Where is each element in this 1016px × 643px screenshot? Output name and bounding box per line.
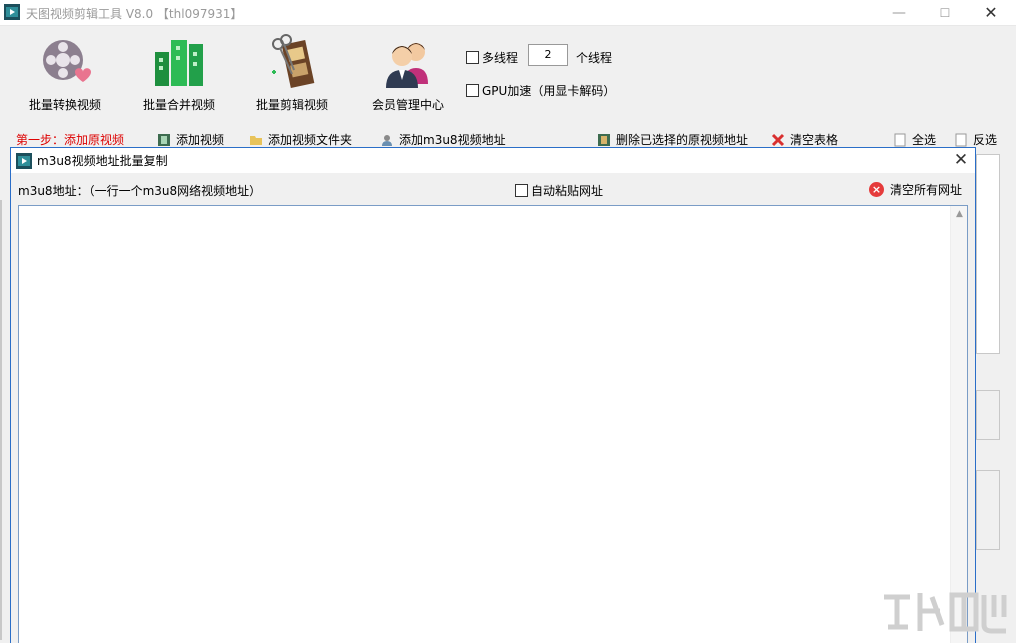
side-panel xyxy=(976,470,1000,550)
title-bar: 天图视频剪辑工具 V8.0 【thl097931】 — ☐ ✕ xyxy=(0,0,1016,26)
window-title: 天图视频剪辑工具 V8.0 【thl097931】 xyxy=(26,7,243,21)
batch-merge-label: 批量合并视频 xyxy=(142,98,215,112)
delete-selected-label: 删除已选择的原视频地址 xyxy=(616,133,749,147)
download-site-watermark-logo xyxy=(884,592,1007,634)
members-icon xyxy=(386,43,428,88)
video-table[interactable] xyxy=(976,154,1000,354)
film-scissors-icon xyxy=(272,34,315,89)
gpu-accel-checkbox[interactable]: GPU加速（用显卡解码） xyxy=(466,82,615,99)
add-folder-button[interactable]: 添加视频文件夹 xyxy=(249,131,352,148)
delete-selected-button[interactable]: 删除已选择的原视频地址 xyxy=(597,131,748,148)
batch-convert-label: 批量转换视频 xyxy=(28,98,101,112)
side-panel xyxy=(976,390,1000,440)
film-reel-heart-icon xyxy=(43,40,91,82)
dialog-title: m3u8视频地址批量复制 xyxy=(37,154,168,168)
minimize-button[interactable]: — xyxy=(876,0,922,26)
add-video-button[interactable]: 添加视频 xyxy=(157,131,224,148)
m3u8-url-textarea[interactable]: ▲ xyxy=(18,205,968,643)
vertical-scrollbar[interactable]: ▲ xyxy=(950,206,967,643)
batch-edit-button[interactable]: 批量剪辑视频 xyxy=(242,34,342,113)
dialog-body: m3u8地址：（一行一个m3u8网络视频地址） 自动粘贴网址 × 清空所有网址 … xyxy=(11,173,975,643)
select-all-button[interactable]: 全选 xyxy=(893,131,936,148)
batch-edit-label: 批量剪辑视频 xyxy=(255,98,328,112)
dialog-title-bar: m3u8视频地址批量复制 ✕ xyxy=(11,148,975,173)
clear-table-button[interactable]: 清空表格 xyxy=(771,131,838,148)
step-toolbar: 第一步：添加原视频 添加视频 添加视频文件夹 添加m3u8视频地址 删除已选择的… xyxy=(0,128,1016,148)
multithread-check-box[interactable] xyxy=(466,51,479,64)
multithread-label: 多线程 xyxy=(482,51,519,65)
invert-select-button[interactable]: 反选 xyxy=(954,131,997,148)
clear-all-urls-label: 清空所有网址 xyxy=(890,183,963,197)
select-all-label: 全选 xyxy=(912,133,937,147)
left-border xyxy=(0,200,2,640)
add-m3u8-button[interactable]: 添加m3u8视频地址 xyxy=(380,131,506,148)
film-delete-icon xyxy=(598,133,610,146)
multithread-checkbox[interactable]: 多线程 xyxy=(466,49,518,66)
folder-icon xyxy=(250,135,262,145)
member-center-label: 会员管理中心 xyxy=(371,98,444,112)
m3u8-dialog: m3u8视频地址批量复制 ✕ m3u8地址：（一行一个m3u8网络视频地址） 自… xyxy=(10,147,976,643)
document-icon xyxy=(955,133,967,146)
app-logo-icon xyxy=(4,4,20,20)
app-logo-icon xyxy=(16,153,32,169)
network-user-icon xyxy=(382,134,392,146)
app-window: 天图视频剪辑工具 V8.0 【thl097931】 — ☐ ✕ 批量转换视频 批… xyxy=(0,0,1016,643)
batch-convert-button[interactable]: 批量转换视频 xyxy=(15,34,115,113)
film-add-icon xyxy=(158,133,170,146)
thread-count-input[interactable]: 2 xyxy=(528,44,568,66)
red-x-icon xyxy=(771,133,785,146)
member-center-button[interactable]: 会员管理中心 xyxy=(358,34,458,113)
clear-table-label: 清空表格 xyxy=(790,133,839,147)
maximize-button[interactable]: ☐ xyxy=(922,0,968,26)
dialog-close-button[interactable]: ✕ xyxy=(947,148,975,173)
document-icon xyxy=(894,133,906,146)
clear-all-urls-button[interactable]: × 清空所有网址 xyxy=(869,181,962,198)
batch-merge-button[interactable]: 批量合并视频 xyxy=(129,34,229,113)
merge-blocks-icon xyxy=(155,40,203,86)
auto-paste-checkbox[interactable]: 自动粘贴网址 xyxy=(515,182,603,199)
invert-select-label: 反选 xyxy=(973,133,998,147)
thread-unit-label: 个线程 xyxy=(576,51,613,65)
gpu-accel-check-box[interactable] xyxy=(466,84,479,97)
gpu-accel-label: GPU加速（用显卡解码） xyxy=(482,84,616,98)
red-x-icon: × xyxy=(869,182,884,197)
m3u8-input-label: m3u8地址：（一行一个m3u8网络视频地址） xyxy=(18,184,262,198)
step-one-label: 第一步：添加原视频 xyxy=(16,133,125,147)
auto-paste-label: 自动粘贴网址 xyxy=(531,184,604,198)
scroll-up-arrow-icon[interactable]: ▲ xyxy=(951,209,968,219)
add-video-label: 添加视频 xyxy=(176,133,225,147)
close-button[interactable]: ✕ xyxy=(968,0,1014,26)
add-folder-label: 添加视频文件夹 xyxy=(268,133,353,147)
auto-paste-check-box[interactable] xyxy=(515,184,528,197)
add-m3u8-label: 添加m3u8视频地址 xyxy=(399,133,506,147)
